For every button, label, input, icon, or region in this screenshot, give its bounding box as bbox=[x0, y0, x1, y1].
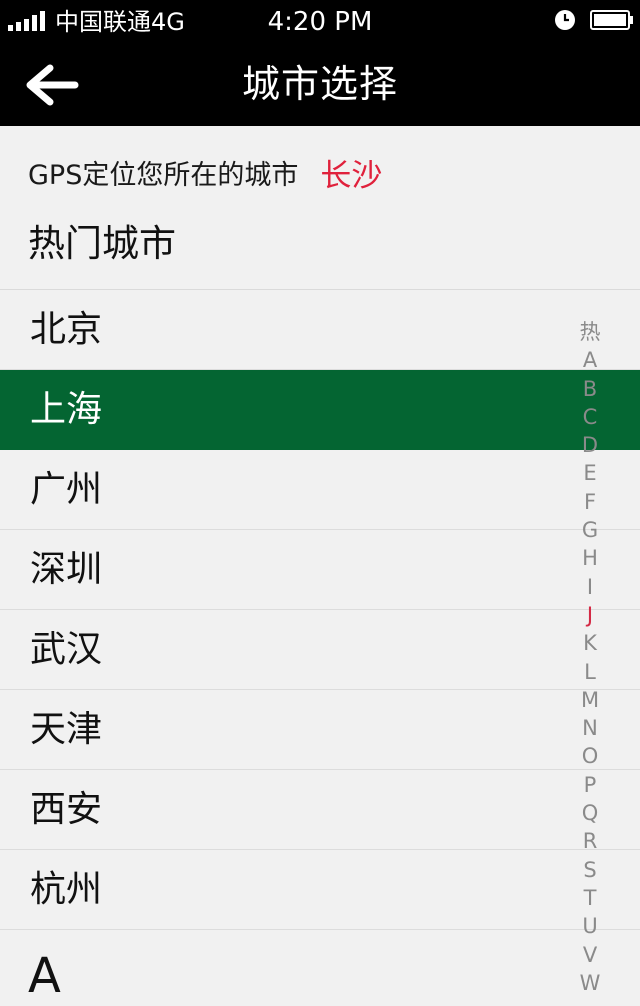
gps-city-link[interactable]: 长沙 bbox=[320, 150, 382, 195]
index-letter[interactable]: H bbox=[570, 544, 610, 572]
index-letter[interactable]: N bbox=[570, 714, 610, 742]
city-label: 上海 bbox=[30, 389, 103, 430]
index-letter[interactable]: T bbox=[570, 884, 610, 912]
index-letter[interactable]: C bbox=[570, 403, 610, 431]
city-item-xian[interactable]: 西安 bbox=[0, 770, 640, 850]
status-time: 4:20 PM bbox=[267, 7, 373, 37]
battery-full-icon bbox=[590, 10, 633, 30]
index-letter[interactable]: D bbox=[570, 431, 610, 459]
index-letter[interactable]: I bbox=[570, 573, 610, 601]
alarm-clock-icon bbox=[555, 10, 575, 30]
city-label: 武汉 bbox=[30, 629, 103, 670]
index-letter[interactable]: P bbox=[570, 771, 610, 799]
city-label: 北京 bbox=[30, 309, 103, 350]
hot-city-list: 北京 上海 广州 深圳 武汉 天津 西安 杭州 bbox=[0, 290, 640, 930]
index-letter[interactable]: U bbox=[570, 912, 610, 940]
city-label: 西安 bbox=[30, 789, 103, 830]
city-item-hangzhou[interactable]: 杭州 bbox=[0, 850, 640, 930]
city-item-wuhan[interactable]: 武汉 bbox=[0, 610, 640, 690]
index-letter[interactable]: G bbox=[570, 516, 610, 544]
index-letter[interactable]: F bbox=[570, 488, 610, 516]
index-letter[interactable]: B bbox=[570, 375, 610, 403]
gps-location-row: GPS定位您所在的城市 长沙 bbox=[28, 150, 382, 194]
section-header-letter: A bbox=[28, 948, 61, 1004]
index-letter[interactable]: L bbox=[570, 658, 610, 686]
status-bar: 中国联通4G 4:20 PM bbox=[0, 0, 640, 44]
city-label: 天津 bbox=[30, 709, 103, 750]
city-item-tianjin[interactable]: 天津 bbox=[0, 690, 640, 770]
index-letter[interactable]: V bbox=[570, 941, 610, 969]
alphabet-index: 热 A B C D E F G H I J K L M N O P Q R S … bbox=[570, 318, 610, 997]
nav-bar: 城市选择 bbox=[0, 44, 640, 126]
index-letter-active[interactable]: J bbox=[570, 601, 610, 629]
index-letter[interactable]: R bbox=[570, 827, 610, 855]
city-label: 杭州 bbox=[30, 869, 103, 910]
city-label: 深圳 bbox=[30, 549, 103, 590]
index-letter[interactable]: S bbox=[570, 856, 610, 884]
index-letter[interactable]: E bbox=[570, 459, 610, 487]
page-title: 城市选择 bbox=[241, 62, 398, 106]
index-letter[interactable]: W bbox=[570, 969, 610, 997]
gps-label: GPS定位您所在的城市 bbox=[28, 159, 299, 191]
index-letter[interactable]: Q bbox=[570, 799, 610, 827]
city-item-shanghai[interactable]: 上海 bbox=[0, 370, 640, 450]
index-letter[interactable]: K bbox=[570, 629, 610, 657]
index-letter[interactable]: M bbox=[570, 686, 610, 714]
city-item-guangzhou[interactable]: 广州 bbox=[0, 450, 640, 530]
hot-cities-heading: 热门城市 bbox=[28, 222, 176, 265]
index-letter[interactable]: A bbox=[570, 346, 610, 374]
city-label: 广州 bbox=[30, 469, 103, 510]
index-letter[interactable]: 热 bbox=[570, 318, 610, 346]
city-item-shenzhen[interactable]: 深圳 bbox=[0, 530, 640, 610]
city-item-beijing[interactable]: 北京 bbox=[0, 290, 640, 370]
index-letter[interactable]: O bbox=[570, 742, 610, 770]
